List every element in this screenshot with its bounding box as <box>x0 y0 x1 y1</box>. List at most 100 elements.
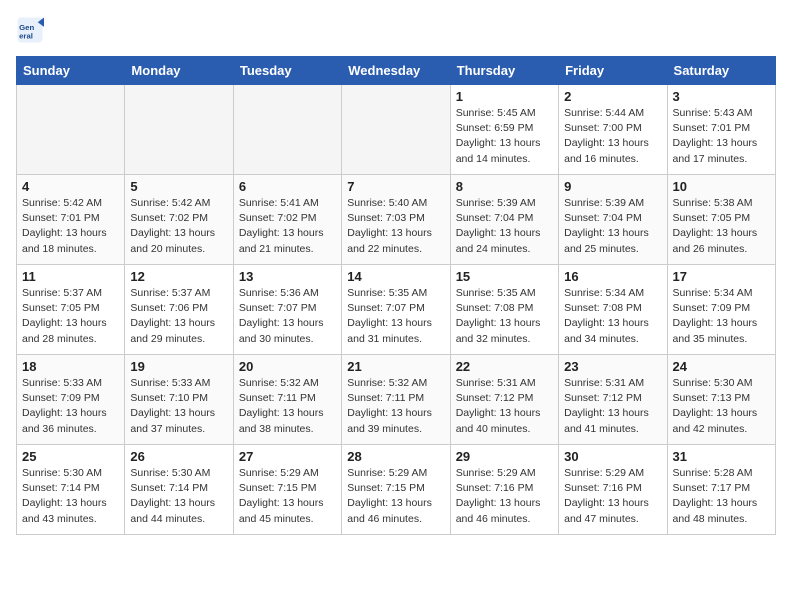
day-number: 15 <box>456 269 553 284</box>
calendar-cell <box>125 85 233 175</box>
calendar-cell: 24Sunrise: 5:30 AM Sunset: 7:13 PM Dayli… <box>667 355 775 445</box>
day-info: Sunrise: 5:40 AM Sunset: 7:03 PM Dayligh… <box>347 196 444 257</box>
calendar-cell: 8 Sunrise: 5:39 AM Sunset: 7:04 PM Daylig… <box>450 175 558 265</box>
day-number: 17 <box>673 269 770 284</box>
day-number: 9 <box>564 179 661 194</box>
day-number: 18 <box>22 359 119 374</box>
day-info: Sunrise: 5:31 AM Sunset: 7:12 PM Dayligh… <box>564 376 661 437</box>
logo-icon: Gen eral <box>16 16 44 44</box>
day-info: Sunrise: 5:28 AM Sunset: 7:17 PM Dayligh… <box>673 466 770 527</box>
day-info: Sunrise: 5:29 AM Sunset: 7:16 PM Dayligh… <box>456 466 553 527</box>
calendar-cell: 10 Sunrise: 5:38 AM Sunset: 7:05 PM Dayli… <box>667 175 775 265</box>
day-info: Sunrise: 5:32 AM Sunset: 7:11 PM Dayligh… <box>239 376 336 437</box>
calendar-cell: 27 Sunrise: 5:29 AM Sunset: 7:15 PM Dayli… <box>233 445 341 535</box>
weekday-header-wednesday: Wednesday <box>342 57 450 85</box>
logo: Gen eral <box>16 16 48 44</box>
day-info: Sunrise: 5:33 AM Sunset: 7:09 PM Dayligh… <box>22 376 119 437</box>
calendar-cell: 31 Sunrise: 5:28 AM Sunset: 7:17 PM Dayli… <box>667 445 775 535</box>
calendar-cell: 7 Sunrise: 5:40 AM Sunset: 7:03 PM Daylig… <box>342 175 450 265</box>
calendar-cell: 20 Sunrise: 5:32 AM Sunset: 7:11 PM Dayli… <box>233 355 341 445</box>
day-info: Sunrise: 5:38 AM Sunset: 7:05 PM Dayligh… <box>673 196 770 257</box>
calendar-week-4: 18 Sunrise: 5:33 AM Sunset: 7:09 PM Dayli… <box>17 355 776 445</box>
calendar-cell: 2Sunrise: 5:44 AM Sunset: 7:00 PM Daylig… <box>559 85 667 175</box>
weekday-header-sunday: Sunday <box>17 57 125 85</box>
day-number: 11 <box>22 269 119 284</box>
calendar-cell: 30 Sunrise: 5:29 AM Sunset: 7:16 PM Dayli… <box>559 445 667 535</box>
calendar-cell: 21 Sunrise: 5:32 AM Sunset: 7:11 PM Dayli… <box>342 355 450 445</box>
day-info: Sunrise: 5:43 AM Sunset: 7:01 PM Dayligh… <box>673 106 770 167</box>
calendar-cell: 26 Sunrise: 5:30 AM Sunset: 7:14 PM Dayli… <box>125 445 233 535</box>
calendar-cell: 18 Sunrise: 5:33 AM Sunset: 7:09 PM Dayli… <box>17 355 125 445</box>
day-info: Sunrise: 5:42 AM Sunset: 7:02 PM Dayligh… <box>130 196 227 257</box>
day-number: 8 <box>456 179 553 194</box>
day-info: Sunrise: 5:29 AM Sunset: 7:15 PM Dayligh… <box>239 466 336 527</box>
weekday-header-saturday: Saturday <box>667 57 775 85</box>
day-info: Sunrise: 5:31 AM Sunset: 7:12 PM Dayligh… <box>456 376 553 437</box>
day-number: 28 <box>347 449 444 464</box>
calendar-cell: 5 Sunrise: 5:42 AM Sunset: 7:02 PM Daylig… <box>125 175 233 265</box>
calendar-cell: 1 Sunrise: 5:45 AM Sunset: 6:59 PM Daylig… <box>450 85 558 175</box>
calendar-cell: 23Sunrise: 5:31 AM Sunset: 7:12 PM Dayli… <box>559 355 667 445</box>
calendar-cell: 11 Sunrise: 5:37 AM Sunset: 7:05 PM Dayli… <box>17 265 125 355</box>
day-number: 30 <box>564 449 661 464</box>
calendar-cell: 15 Sunrise: 5:35 AM Sunset: 7:08 PM Dayli… <box>450 265 558 355</box>
calendar-cell: 19Sunrise: 5:33 AM Sunset: 7:10 PM Dayli… <box>125 355 233 445</box>
day-number: 29 <box>456 449 553 464</box>
day-info: Sunrise: 5:32 AM Sunset: 7:11 PM Dayligh… <box>347 376 444 437</box>
day-number: 21 <box>347 359 444 374</box>
day-info: Sunrise: 5:37 AM Sunset: 7:06 PM Dayligh… <box>130 286 227 347</box>
day-number: 1 <box>456 89 553 104</box>
calendar-cell: 14 Sunrise: 5:35 AM Sunset: 7:07 PM Dayli… <box>342 265 450 355</box>
calendar-cell: 13Sunrise: 5:36 AM Sunset: 7:07 PM Dayli… <box>233 265 341 355</box>
weekday-header-friday: Friday <box>559 57 667 85</box>
day-number: 20 <box>239 359 336 374</box>
calendar-cell <box>342 85 450 175</box>
calendar-table: SundayMondayTuesdayWednesdayThursdayFrid… <box>16 56 776 535</box>
day-number: 13 <box>239 269 336 284</box>
day-number: 6 <box>239 179 336 194</box>
day-info: Sunrise: 5:29 AM Sunset: 7:16 PM Dayligh… <box>564 466 661 527</box>
calendar-cell: 9Sunrise: 5:39 AM Sunset: 7:04 PM Daylig… <box>559 175 667 265</box>
day-number: 27 <box>239 449 336 464</box>
day-info: Sunrise: 5:42 AM Sunset: 7:01 PM Dayligh… <box>22 196 119 257</box>
day-info: Sunrise: 5:37 AM Sunset: 7:05 PM Dayligh… <box>22 286 119 347</box>
calendar-cell: 29 Sunrise: 5:29 AM Sunset: 7:16 PM Dayli… <box>450 445 558 535</box>
weekday-header-monday: Monday <box>125 57 233 85</box>
day-info: Sunrise: 5:39 AM Sunset: 7:04 PM Dayligh… <box>456 196 553 257</box>
calendar-week-5: 25 Sunrise: 5:30 AM Sunset: 7:14 PM Dayli… <box>17 445 776 535</box>
day-info: Sunrise: 5:44 AM Sunset: 7:00 PM Dayligh… <box>564 106 661 167</box>
day-number: 4 <box>22 179 119 194</box>
day-info: Sunrise: 5:29 AM Sunset: 7:15 PM Dayligh… <box>347 466 444 527</box>
day-info: Sunrise: 5:34 AM Sunset: 7:08 PM Dayligh… <box>564 286 661 347</box>
day-number: 19 <box>130 359 227 374</box>
day-number: 25 <box>22 449 119 464</box>
calendar-week-2: 4 Sunrise: 5:42 AM Sunset: 7:01 PM Daylig… <box>17 175 776 265</box>
day-number: 24 <box>673 359 770 374</box>
calendar-cell: 22 Sunrise: 5:31 AM Sunset: 7:12 PM Dayli… <box>450 355 558 445</box>
day-number: 7 <box>347 179 444 194</box>
day-info: Sunrise: 5:35 AM Sunset: 7:07 PM Dayligh… <box>347 286 444 347</box>
svg-text:Gen: Gen <box>19 23 34 32</box>
calendar-cell <box>233 85 341 175</box>
calendar-week-3: 11 Sunrise: 5:37 AM Sunset: 7:05 PM Dayli… <box>17 265 776 355</box>
calendar-cell: 16Sunrise: 5:34 AM Sunset: 7:08 PM Dayli… <box>559 265 667 355</box>
calendar-cell: 4 Sunrise: 5:42 AM Sunset: 7:01 PM Daylig… <box>17 175 125 265</box>
calendar-cell <box>17 85 125 175</box>
day-number: 26 <box>130 449 227 464</box>
day-info: Sunrise: 5:30 AM Sunset: 7:14 PM Dayligh… <box>130 466 227 527</box>
day-info: Sunrise: 5:34 AM Sunset: 7:09 PM Dayligh… <box>673 286 770 347</box>
day-number: 12 <box>130 269 227 284</box>
day-number: 10 <box>673 179 770 194</box>
day-info: Sunrise: 5:30 AM Sunset: 7:14 PM Dayligh… <box>22 466 119 527</box>
day-number: 22 <box>456 359 553 374</box>
calendar-week-1: 1 Sunrise: 5:45 AM Sunset: 6:59 PM Daylig… <box>17 85 776 175</box>
day-info: Sunrise: 5:35 AM Sunset: 7:08 PM Dayligh… <box>456 286 553 347</box>
day-number: 5 <box>130 179 227 194</box>
day-info: Sunrise: 5:45 AM Sunset: 6:59 PM Dayligh… <box>456 106 553 167</box>
day-number: 14 <box>347 269 444 284</box>
calendar-cell: 25 Sunrise: 5:30 AM Sunset: 7:14 PM Dayli… <box>17 445 125 535</box>
day-number: 3 <box>673 89 770 104</box>
weekday-header-thursday: Thursday <box>450 57 558 85</box>
day-number: 31 <box>673 449 770 464</box>
calendar-cell: 3 Sunrise: 5:43 AM Sunset: 7:01 PM Daylig… <box>667 85 775 175</box>
